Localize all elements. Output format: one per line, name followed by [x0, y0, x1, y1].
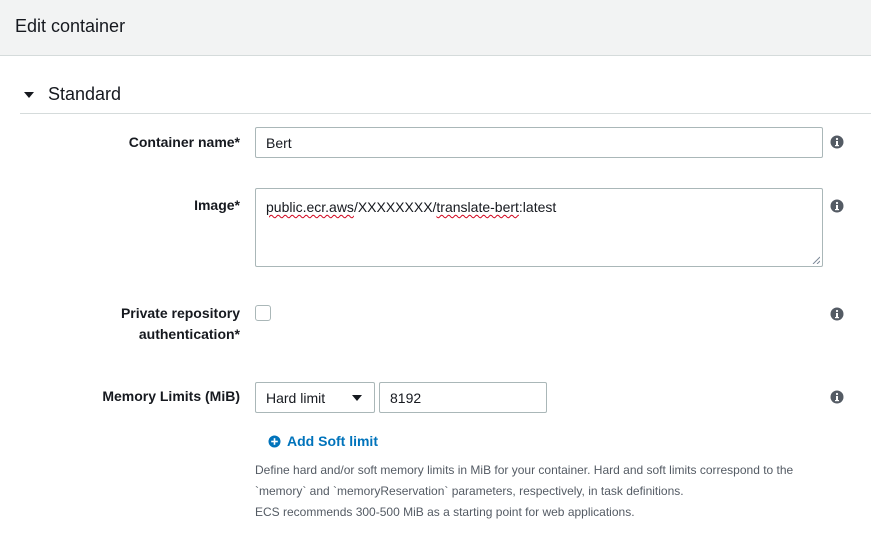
image-value-part: :latest [518, 199, 557, 215]
chevron-down-icon [352, 395, 362, 401]
info-icon[interactable] [830, 307, 844, 321]
add-soft-limit-label: Add Soft limit [287, 433, 378, 449]
memory-limit-input[interactable]: 8192 [379, 382, 547, 413]
private-repo-label-line2: authentication* [138, 326, 240, 342]
image-value-part: public.ecr.aws [266, 199, 354, 215]
image-value: public.ecr.aws/XXXXXXXX/translate-bert:l… [266, 199, 556, 215]
caret-down-icon [24, 92, 34, 98]
plus-circle-icon [268, 435, 281, 448]
container-name-input[interactable]: Bert [255, 127, 823, 158]
info-icon[interactable] [830, 390, 844, 404]
memory-limit-type-value: Hard limit [266, 390, 326, 406]
private-repo-label: Private repository authentication* [121, 303, 240, 345]
edit-container-page: Edit container Standard Container name* … [0, 0, 871, 542]
container-name-label: Container name* [128, 134, 240, 150]
add-soft-limit-link[interactable]: Add Soft limit [268, 432, 378, 450]
private-repo-label-line1: Private repository [120, 305, 240, 321]
image-label: Image* [194, 197, 240, 213]
image-value-part: /XXXXXXXX/ [353, 199, 437, 215]
memory-limits-label: Memory Limits (MiB) [102, 388, 240, 404]
memory-limit-value: 8192 [390, 390, 422, 406]
info-icon[interactable] [830, 199, 844, 213]
page-title: Edit container [15, 16, 126, 36]
container-name-value: Bert [266, 135, 292, 151]
memory-limit-type-select[interactable]: Hard limit [255, 382, 375, 413]
image-textarea[interactable]: public.ecr.aws/XXXXXXXX/translate-bert:l… [255, 188, 823, 267]
page-header: Edit container [0, 0, 871, 56]
section-title: Standard [48, 84, 122, 104]
image-value-part: translate-bert [436, 199, 519, 215]
resize-handle-icon[interactable] [812, 256, 820, 264]
memory-help-line: Define hard and/or soft memory limits in… [255, 463, 794, 477]
private-repo-checkbox[interactable] [255, 305, 271, 321]
memory-help-line: ECS recommends 300-500 MiB as a starting… [255, 505, 635, 519]
section-standard-toggle[interactable]: Standard [20, 80, 871, 114]
memory-help-line: `memory` and `memoryReservation` paramet… [255, 484, 684, 498]
info-icon[interactable] [830, 135, 844, 149]
